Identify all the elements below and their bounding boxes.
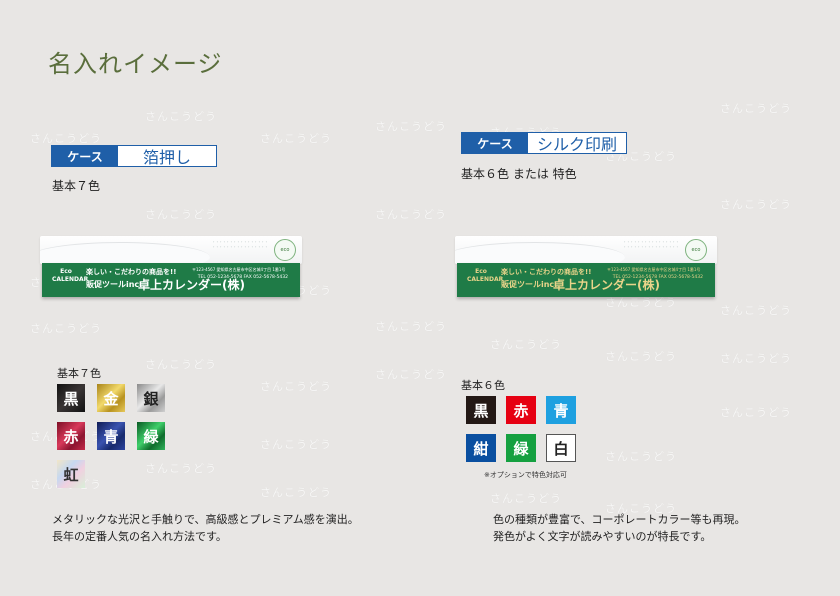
band-tel: TEL 052-1234-5678 FAX 052-5678-5432 bbox=[612, 275, 703, 280]
band-address: 〒123-4567 愛知県名古屋市中区名城4丁目 1番1号 bbox=[192, 267, 286, 272]
watermark: さんこうどう bbox=[375, 368, 447, 381]
watermark: さんこうどう bbox=[720, 406, 792, 419]
swatch-green-foil: 緑 bbox=[137, 422, 165, 450]
calendar-top-text: ・・・・・・・・・・・・・・・・ ・・・・・・・・・・・・・・・・ bbox=[212, 240, 268, 249]
swatch-label-text: 青 bbox=[553, 401, 569, 420]
calendar-top-text: ・・・・・・・・・・・・・・・・ ・・・・・・・・・・・・・・・・ bbox=[623, 240, 679, 249]
calendar-band: Eco CALENDAR 楽しい・こだわりの商品を!! 販促ツールinc. 卓上… bbox=[457, 263, 715, 297]
calendar-hot-stamp-image: ・・・・・・・・・・・・・・・・ ・・・・・・・・・・・・・・・・ eco Eco… bbox=[40, 236, 302, 298]
watermark: さんこうどう bbox=[605, 450, 677, 463]
watermark: さんこうどう bbox=[375, 208, 447, 221]
eco-badge-icon: eco bbox=[685, 239, 707, 261]
band-address: 〒123-4567 愛知県名古屋市中区名城4丁目 1番1号 bbox=[607, 267, 701, 272]
swatch-rainbow-foil: 虹 bbox=[57, 460, 85, 488]
swatch-red: 赤 bbox=[506, 396, 536, 424]
watermark: さんこうどう bbox=[490, 492, 562, 505]
swatch-label-text: 紺 bbox=[473, 439, 489, 458]
watermark: さんこうどう bbox=[260, 438, 332, 451]
calendar-top: ・・・・・・・・・・・・・・・・ ・・・・・・・・・・・・・・・・ eco bbox=[40, 236, 302, 264]
swatch-label-text: 金 bbox=[103, 389, 119, 408]
swatch-label-text: 赤 bbox=[513, 401, 529, 420]
base-colors-caption: 基本６色 または 特色 bbox=[461, 167, 577, 181]
calendar-top: ・・・・・・・・・・・・・・・・ ・・・・・・・・・・・・・・・・ eco bbox=[455, 236, 717, 264]
watermark: さんこうどう bbox=[490, 338, 562, 351]
swatch-silver-foil: 銀 bbox=[137, 384, 165, 412]
option-note: ※オプションで特色対応可 bbox=[484, 471, 567, 479]
watermark: さんこうどう bbox=[605, 350, 677, 363]
description-line: 発色がよく文字が読みやすいのが特長です。 bbox=[493, 530, 712, 543]
method-name: シルク印刷 bbox=[536, 135, 617, 154]
case-tag: ケース bbox=[462, 133, 528, 153]
swatch-gold-foil: 金 bbox=[97, 384, 125, 412]
swatch-white: 白 bbox=[546, 434, 576, 462]
swatch-label: 基本６色 bbox=[461, 379, 505, 392]
swatch-black-foil: 黒 bbox=[57, 384, 85, 412]
swatch-label-text: 銀 bbox=[143, 389, 159, 408]
hot-stamp-method-header: ケース 箔押し bbox=[51, 145, 217, 167]
swatch-black: 黒 bbox=[466, 396, 496, 424]
watermark: さんこうどう bbox=[720, 198, 792, 211]
swatch-label-text: 黒 bbox=[473, 401, 489, 420]
watermark: さんこうどう bbox=[720, 352, 792, 365]
band-company: 販促ツールinc. bbox=[501, 280, 558, 289]
watermark: さんこうどう bbox=[260, 380, 332, 393]
description-line: メタリックな光沢と手触りで、高級感とプレミアム感を演出。 bbox=[52, 513, 359, 526]
description-line: 長年の定番人気の名入れ方法です。 bbox=[52, 530, 227, 543]
silk-print-method-header: ケース シルク印刷 bbox=[461, 132, 627, 154]
swatch-label-text: 白 bbox=[553, 439, 569, 458]
watermark: さんこうどう bbox=[145, 208, 217, 221]
calendar-silk-print-image: ・・・・・・・・・・・・・・・・ ・・・・・・・・・・・・・・・・ eco Eco… bbox=[455, 236, 717, 298]
swatch-green: 緑 bbox=[506, 434, 536, 462]
calendar-wave bbox=[455, 242, 625, 264]
watermark: さんこうどう bbox=[720, 304, 792, 317]
watermark: さんこうどう bbox=[375, 320, 447, 333]
watermark: さんこうどう bbox=[260, 132, 332, 145]
band-tel: TEL 052-1234-5678 FAX 052-5678-5432 bbox=[197, 275, 288, 280]
method-name: 箔押し bbox=[142, 148, 191, 167]
calendar-band: Eco CALENDAR 楽しい・こだわりの商品を!! 販促ツールinc. 卓上… bbox=[42, 263, 300, 297]
watermark: さんこうどう bbox=[145, 358, 217, 371]
eco-badge-icon: eco bbox=[274, 239, 296, 261]
watermark: さんこうどう bbox=[30, 322, 102, 335]
watermark: さんこうどう bbox=[30, 132, 102, 145]
hot-stamp-description: メタリックな光沢と手触りで、高級感とプレミアム感を演出。 長年の定番人気の名入れ… bbox=[52, 511, 359, 545]
page-title: 名入れイメージ bbox=[48, 50, 223, 78]
watermark: さんこうどう bbox=[145, 462, 217, 475]
watermark: さんこうどう bbox=[145, 110, 217, 123]
eco-calendar-logo: Eco CALENDAR bbox=[467, 268, 504, 283]
swatch-label-text: 青 bbox=[103, 427, 119, 446]
band-company: 販促ツールinc. bbox=[86, 280, 143, 289]
swatch-blue-foil: 青 bbox=[97, 422, 125, 450]
watermark: さんこうどう bbox=[260, 486, 332, 499]
silk-print-description: 色の種類が豊富で、コーポレートカラー等も再現。 発色がよく文字が読みやすいのが特… bbox=[493, 511, 746, 545]
eco-calendar-logo: Eco CALENDAR bbox=[52, 268, 89, 283]
watermark: さんこうどう bbox=[720, 102, 792, 115]
description-line: 色の種類が豊富で、コーポレートカラー等も再現。 bbox=[493, 513, 746, 526]
swatch-label-text: 虹 bbox=[63, 465, 79, 484]
swatch-blue: 青 bbox=[546, 396, 576, 424]
swatch-label-text: 緑 bbox=[143, 427, 159, 446]
swatch-label-text: 黒 bbox=[63, 389, 79, 408]
swatch-label-text: 緑 bbox=[513, 439, 529, 458]
swatch-label-text: 赤 bbox=[63, 427, 79, 446]
base-colors-caption: 基本７色 bbox=[52, 179, 101, 193]
case-tag: ケース bbox=[52, 146, 118, 166]
calendar-wave bbox=[40, 242, 210, 264]
swatch-navy: 紺 bbox=[466, 434, 496, 462]
swatch-label: 基本７色 bbox=[57, 367, 101, 380]
swatch-red-foil: 赤 bbox=[57, 422, 85, 450]
watermark: さんこうどう bbox=[375, 120, 447, 133]
